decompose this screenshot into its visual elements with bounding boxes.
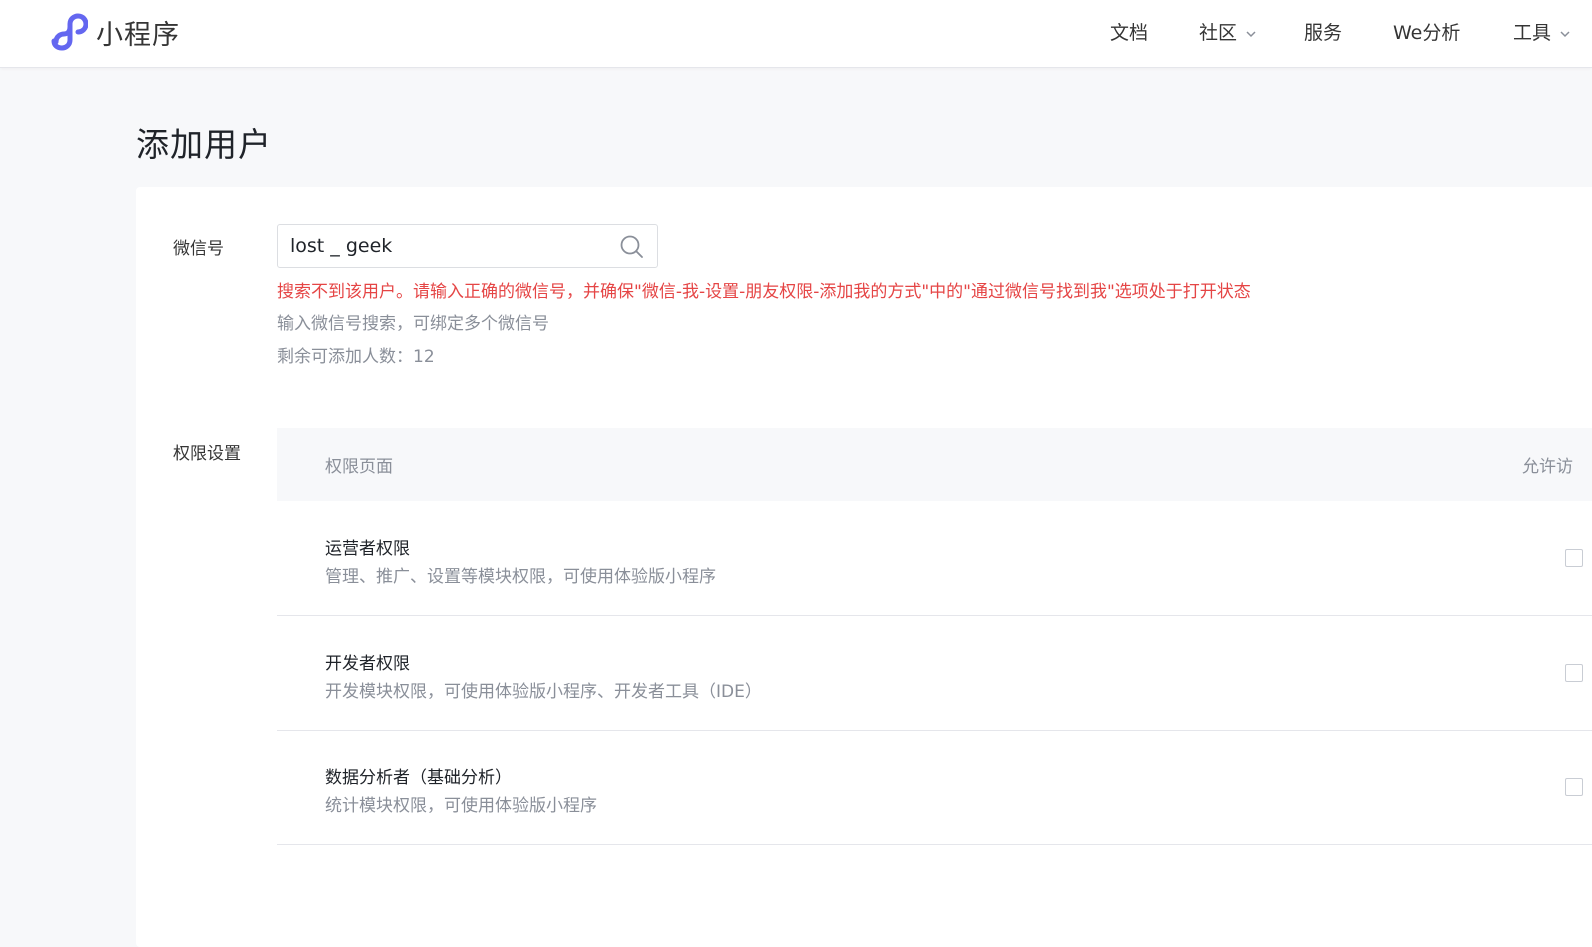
permission-checkbox[interactable] (1565, 778, 1583, 796)
permission-checkbox[interactable] (1565, 549, 1583, 567)
chevron-down-icon (1560, 30, 1570, 37)
nav-item-community[interactable]: 社区 (1199, 19, 1257, 47)
nav-item-we-analytics[interactable]: We分析 (1393, 19, 1460, 47)
search-hint: 输入微信号搜索，可绑定多个微信号 (277, 314, 549, 334)
permission-row-operator: 运营者权限 管理、推广、设置等模块权限，可使用体验版小程序 (277, 501, 1592, 616)
header-permission-page: 权限页面 (325, 457, 393, 477)
top-navigation-bar: 小程序 文档 社区 服务 We分析 工具 (0, 0, 1592, 68)
permission-row-developer: 开发者权限 开发模块权限，可使用体验版小程序、开发者工具（IDE） (277, 616, 1592, 731)
header-allow-access: 允许访 (1522, 457, 1573, 477)
search-icon[interactable] (619, 234, 645, 260)
nav-item-label: 工具 (1513, 22, 1552, 44)
wechat-id-label: 微信号 (173, 239, 224, 259)
permission-title: 运营者权限 (325, 539, 410, 559)
nav-item-label: 文档 (1110, 22, 1149, 44)
nav-item-label: 社区 (1199, 22, 1238, 44)
search-error-message: 搜索不到该用户。请输入正确的微信号，并确保"微信-我-设置-朋友权限-添加我的方… (277, 282, 1251, 302)
app-name: 小程序 (96, 19, 180, 51)
page-title: 添加用户 (136, 125, 272, 164)
permissions-label: 权限设置 (173, 444, 241, 464)
permission-title: 数据分析者（基础分析） (325, 768, 512, 788)
permission-desc: 管理、推广、设置等模块权限，可使用体验版小程序 (325, 567, 716, 587)
permission-checkbox[interactable] (1565, 664, 1583, 682)
permission-row-data-analyst: 数据分析者（基础分析） 统计模块权限，可使用体验版小程序 (277, 730, 1592, 845)
miniprogram-logo-icon (51, 13, 88, 51)
nav-item-label: We分析 (1393, 22, 1461, 44)
permission-title: 开发者权限 (325, 654, 410, 674)
chevron-down-icon (1246, 30, 1256, 37)
wechat-id-search-box (277, 224, 658, 268)
nav-item-docs[interactable]: 文档 (1110, 19, 1148, 47)
permissions-table-header: 权限页面 允许访 (277, 428, 1592, 501)
permission-desc: 开发模块权限，可使用体验版小程序、开发者工具（IDE） (325, 682, 762, 702)
remaining-count: 剩余可添加人数：12 (277, 347, 435, 367)
nav-item-label: 服务 (1304, 22, 1343, 44)
nav-item-tools[interactable]: 工具 (1513, 19, 1571, 47)
nav-item-services[interactable]: 服务 (1304, 19, 1342, 47)
permission-desc: 统计模块权限，可使用体验版小程序 (325, 796, 597, 816)
logo[interactable]: 小程序 (48, 12, 180, 52)
wechat-id-input[interactable] (290, 225, 610, 267)
